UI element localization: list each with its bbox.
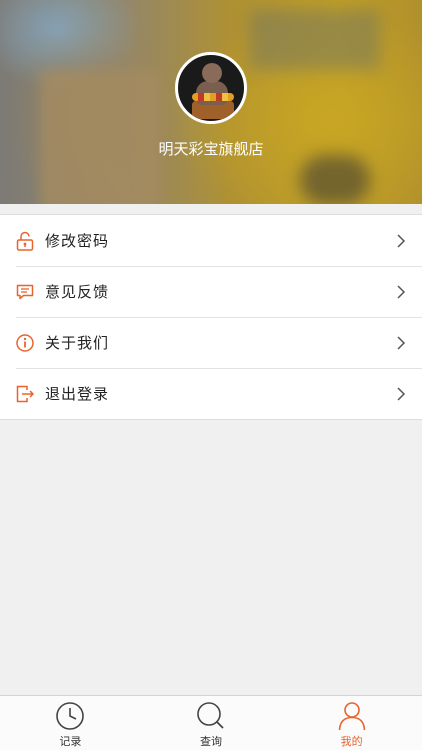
chevron-right-icon: [396, 386, 406, 402]
message-icon: [15, 282, 35, 302]
menu-item-about-us[interactable]: 关于我们: [0, 317, 422, 368]
unlock-icon: [15, 231, 35, 251]
tab-label: 记录: [59, 735, 82, 748]
avatar-image-part: [192, 93, 234, 101]
tab-search[interactable]: 查询: [141, 696, 282, 750]
menu-item-change-password[interactable]: 修改密码: [0, 215, 422, 266]
menu-item-logout[interactable]: 退出登录: [0, 368, 422, 419]
chevron-right-icon: [396, 233, 406, 249]
settings-menu: 修改密码 意见反馈 关于我们 退出登录: [0, 214, 422, 420]
bottom-tab-bar: 记录 查询 我的: [0, 695, 422, 750]
menu-item-label: 关于我们: [45, 334, 110, 352]
logout-icon: [15, 384, 35, 404]
user-icon: [337, 701, 367, 731]
tab-label: 查询: [200, 735, 222, 748]
chevron-right-icon: [396, 335, 406, 351]
menu-item-label: 意见反馈: [45, 283, 110, 301]
avatar[interactable]: [175, 52, 247, 124]
menu-item-feedback[interactable]: 意见反馈: [0, 266, 422, 317]
info-icon: [15, 333, 35, 353]
store-name: 明天彩宝旗舰店: [158, 140, 264, 158]
tab-records[interactable]: 记录: [0, 696, 141, 750]
tab-mine[interactable]: 我的: [281, 696, 422, 750]
tab-label: 我的: [340, 735, 363, 748]
clock-icon: [55, 701, 85, 731]
menu-item-label: 修改密码: [45, 232, 110, 250]
chevron-right-icon: [396, 284, 406, 300]
profile-header: 明天彩宝旗舰店: [0, 0, 422, 204]
menu-item-label: 退出登录: [45, 385, 110, 403]
search-icon: [196, 701, 226, 731]
avatar-image-part: [202, 63, 222, 83]
